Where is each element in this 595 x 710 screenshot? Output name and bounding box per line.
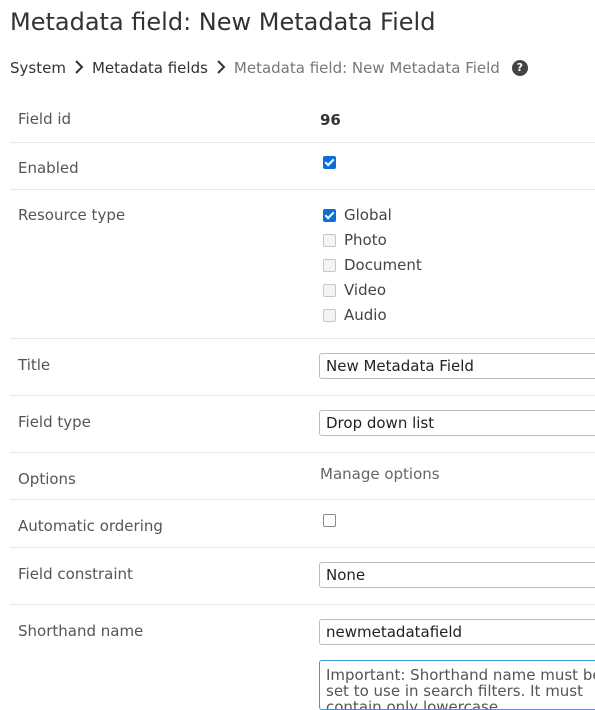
field-constraint-select[interactable]: None (319, 562, 595, 588)
manage-options-link[interactable]: Manage options (320, 465, 440, 483)
row-field-id: Field id 96 (10, 96, 595, 143)
global-checkbox[interactable] (323, 208, 336, 222)
row-enabled: Enabled (10, 143, 595, 190)
document-checkbox (323, 258, 336, 272)
field-type-select[interactable]: Drop down list (319, 410, 595, 436)
breadcrumb-current: Metadata field: New Metadata Field (233, 59, 500, 77)
automatic-ordering-label: Automatic ordering (18, 517, 163, 535)
breadcrumb: System Metadata fields Metadata field: N… (10, 58, 528, 78)
field-type-label: Field type (18, 413, 91, 431)
row-field-type: Field type Drop down list (10, 396, 595, 453)
video-checkbox (323, 283, 336, 297)
row-options: Options Manage options (10, 453, 595, 500)
breadcrumb-metadata-fields[interactable]: Metadata fields (92, 59, 208, 77)
resource-type-option-video: Video (323, 281, 386, 299)
resource-type-option-label: Video (344, 281, 387, 299)
field-id-value: 96 (320, 111, 341, 129)
page-title: Metadata field: New Metadata Field (10, 8, 436, 36)
row-field-constraint: Field constraint None (10, 548, 595, 605)
resource-type-option-label: Global (344, 206, 392, 224)
resource-type-option-label: Document (344, 256, 422, 274)
resource-type-label: Resource type (18, 206, 126, 224)
shorthand-name-input[interactable]: newmetadatafield (319, 619, 595, 645)
options-label: Options (18, 470, 76, 488)
title-label: Title (18, 356, 51, 374)
resource-type-option-audio: Audio (323, 306, 387, 324)
resource-type-option-photo: Photo (323, 231, 387, 249)
resource-type-option-label: Photo (344, 231, 387, 249)
resource-type-option-label: Audio (344, 306, 387, 324)
resource-type-option-global[interactable]: Global (323, 206, 392, 224)
resource-type-option-document: Document (323, 256, 422, 274)
shorthand-name-note: Important: Shorthand name must be set to… (319, 660, 595, 710)
title-input[interactable]: New Metadata Field (319, 353, 595, 379)
photo-checkbox (323, 233, 336, 247)
chevron-right-icon (208, 58, 234, 78)
enabled-label: Enabled (18, 159, 79, 177)
field-constraint-label: Field constraint (18, 565, 133, 583)
breadcrumb-system[interactable]: System (10, 59, 66, 77)
shorthand-name-label: Shorthand name (18, 622, 144, 640)
help-icon[interactable]: ? (511, 60, 528, 76)
audio-checkbox (323, 308, 336, 322)
row-title: Title New Metadata Field (10, 339, 595, 396)
row-automatic-ordering: Automatic ordering (10, 500, 595, 548)
field-id-label: Field id (18, 110, 72, 128)
automatic-ordering-checkbox[interactable] (323, 514, 336, 527)
row-resource-type: Resource type Global Photo Document Vide… (10, 190, 595, 339)
chevron-right-icon (66, 58, 92, 78)
enabled-checkbox[interactable] (323, 156, 336, 169)
